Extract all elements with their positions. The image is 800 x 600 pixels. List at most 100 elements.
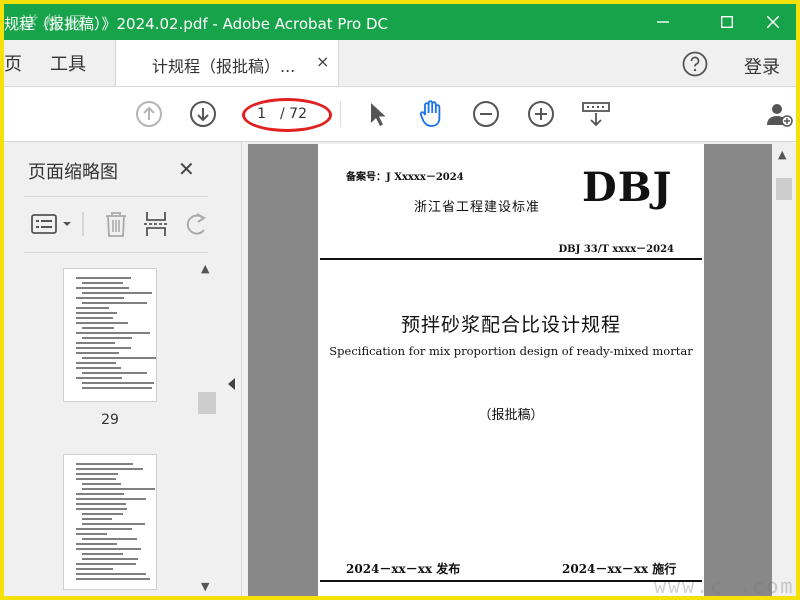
zoom-out-icon xyxy=(473,101,499,127)
toolbar-divider xyxy=(340,101,341,127)
hand-tool-button[interactable] xyxy=(416,99,446,129)
zoom-out-button[interactable] xyxy=(471,99,501,129)
rotate-pages-button[interactable] xyxy=(182,208,210,240)
close-window-button[interactable] xyxy=(750,4,796,40)
collapse-panel-arrow-icon[interactable] xyxy=(228,378,235,390)
thumbnail-text-line xyxy=(82,302,148,304)
panel-close-button[interactable]: ✕ xyxy=(178,157,195,181)
maximize-button[interactable] xyxy=(704,4,750,40)
thumbnail-text-line xyxy=(82,282,123,284)
zoom-in-button[interactable] xyxy=(526,99,556,129)
thumbnail-text-line xyxy=(76,317,114,319)
thumbnail-text-line xyxy=(76,503,126,505)
next-page-button[interactable] xyxy=(188,99,218,129)
document-title-cn: 预拌砂浆配合比设计规程 xyxy=(400,314,621,336)
thumbnail-text-line xyxy=(76,287,129,289)
thumbnail-text-line xyxy=(82,538,137,540)
thumbnail-text-line xyxy=(82,523,146,525)
thumbnail-text-line xyxy=(76,563,136,565)
share-user-icon xyxy=(767,104,793,127)
select-tool-button[interactable] xyxy=(362,99,392,129)
nav-tabs: 页 工具 xyxy=(4,40,114,86)
title-bar: 规程（报批稿）》2024.02.pdf - Adobe Acrobat Pro … xyxy=(4,4,796,40)
thumbnail-text-line xyxy=(76,533,107,535)
thumbnail-text-line xyxy=(82,357,156,359)
standard-code: DBJ 33/T xxxx－2024 xyxy=(558,244,674,255)
thumbnail-text-line xyxy=(76,322,128,324)
minimize-icon xyxy=(657,21,669,23)
trash-icon xyxy=(106,212,126,237)
previous-page-button[interactable] xyxy=(134,99,164,129)
scroll-down-arrow-icon[interactable]: ▼ xyxy=(201,580,209,593)
site-watermark: www.c .com xyxy=(654,574,795,596)
rotate-icon xyxy=(186,213,206,235)
thumbnail-text-line xyxy=(76,568,114,570)
document-tab-close-button[interactable]: × xyxy=(316,52,329,71)
thumbnail-text-line xyxy=(76,377,122,379)
thumbnail-text-line xyxy=(76,473,118,475)
close-icon xyxy=(767,16,779,28)
thumbnail-text-line xyxy=(82,327,115,329)
page-thumbnail[interactable] xyxy=(63,268,157,402)
zoom-in-icon xyxy=(528,101,554,127)
scroll-up-arrow-icon[interactable]: ▲ xyxy=(201,262,209,275)
panel-collapse-strip[interactable] xyxy=(222,142,242,596)
tab-tools[interactable]: 工具 xyxy=(50,50,86,76)
help-icon[interactable] xyxy=(682,51,708,77)
thumbnail-page-number: 29 xyxy=(101,412,119,428)
minimize-button[interactable] xyxy=(640,4,686,40)
previous-page-icon xyxy=(136,101,162,127)
document-view[interactable]: 备案号：J Xxxxx－2024 DBJ 浙江省工程建设标准 DBJ 33/T … xyxy=(248,144,772,596)
thumbnail-scrollbar[interactable]: ▲ ▼ xyxy=(198,260,216,596)
thumbnail-text-line xyxy=(76,362,117,364)
thumbnail-text-line xyxy=(82,292,152,294)
document-scrollbar[interactable]: ▲ xyxy=(772,144,796,596)
current-page-input[interactable]: 1 xyxy=(248,106,266,122)
page-thumbnail[interactable] xyxy=(63,454,157,590)
login-button[interactable]: 登录 xyxy=(744,53,780,79)
thumbnail-text-line xyxy=(82,558,138,560)
thumbnail-text-line xyxy=(76,498,147,500)
thumbnail-text-line xyxy=(76,528,133,530)
acrobat-window: 规程（报批稿）》2024.02.pdf - Adobe Acrobat Pro … xyxy=(4,4,796,596)
thumbnail-text-line xyxy=(82,513,123,515)
document-tab-label: 计规程（报批稿）... xyxy=(152,57,296,76)
thumbnail-text-line xyxy=(76,578,150,580)
panel-tool-divider xyxy=(82,212,84,236)
split-pages-button[interactable] xyxy=(142,208,170,240)
thumbnail-text-line xyxy=(76,468,144,470)
thumbnail-text-line xyxy=(76,543,118,545)
thumbnail-text-line xyxy=(76,463,133,465)
thumbnail-text-line xyxy=(76,342,115,344)
thumbnail-text-line xyxy=(76,277,132,279)
share-user-button[interactable] xyxy=(764,99,794,129)
tab-home[interactable]: 页 xyxy=(4,50,22,76)
doc-scrollbar-thumb[interactable] xyxy=(776,178,792,200)
thumbnail-options-button[interactable] xyxy=(28,208,76,240)
next-page-icon xyxy=(190,101,216,127)
scroll-mode-button[interactable] xyxy=(581,99,611,129)
thumbnail-text-line xyxy=(82,488,156,490)
panel-divider-2 xyxy=(24,252,208,253)
issue-date: 2024－xx－xx 发布 xyxy=(346,562,461,576)
thumbnail-text-line xyxy=(82,387,152,389)
thumbnail-text-line xyxy=(82,382,154,384)
doc-scroll-up-arrow-icon[interactable]: ▲ xyxy=(778,148,786,161)
thumbnail-text-line xyxy=(76,347,131,349)
thumbnail-text-line xyxy=(76,367,121,369)
filing-number: 备案号：J Xxxxx－2024 xyxy=(346,172,464,183)
tab-document[interactable]: 计规程（报批稿）... × xyxy=(115,40,339,86)
thumbnail-text-line xyxy=(76,573,147,575)
scrollbar-thumb[interactable] xyxy=(198,392,216,414)
thumbnail-text-line xyxy=(82,372,147,374)
thumbnail-text-line xyxy=(76,548,142,550)
document-title-en: Specification for mix proportion design … xyxy=(329,344,693,358)
total-pages: / 72 xyxy=(280,106,307,122)
thumbnail-text-line xyxy=(76,332,150,334)
thumbnail-text-line xyxy=(76,493,125,495)
delete-pages-button[interactable] xyxy=(102,208,130,240)
thumbnail-text-line xyxy=(76,312,117,314)
thumbnail-text-line xyxy=(82,337,132,339)
page-number-field[interactable]: 1 / 72 xyxy=(248,101,320,127)
corner-watermark: 遂 松 网 xyxy=(18,13,84,34)
